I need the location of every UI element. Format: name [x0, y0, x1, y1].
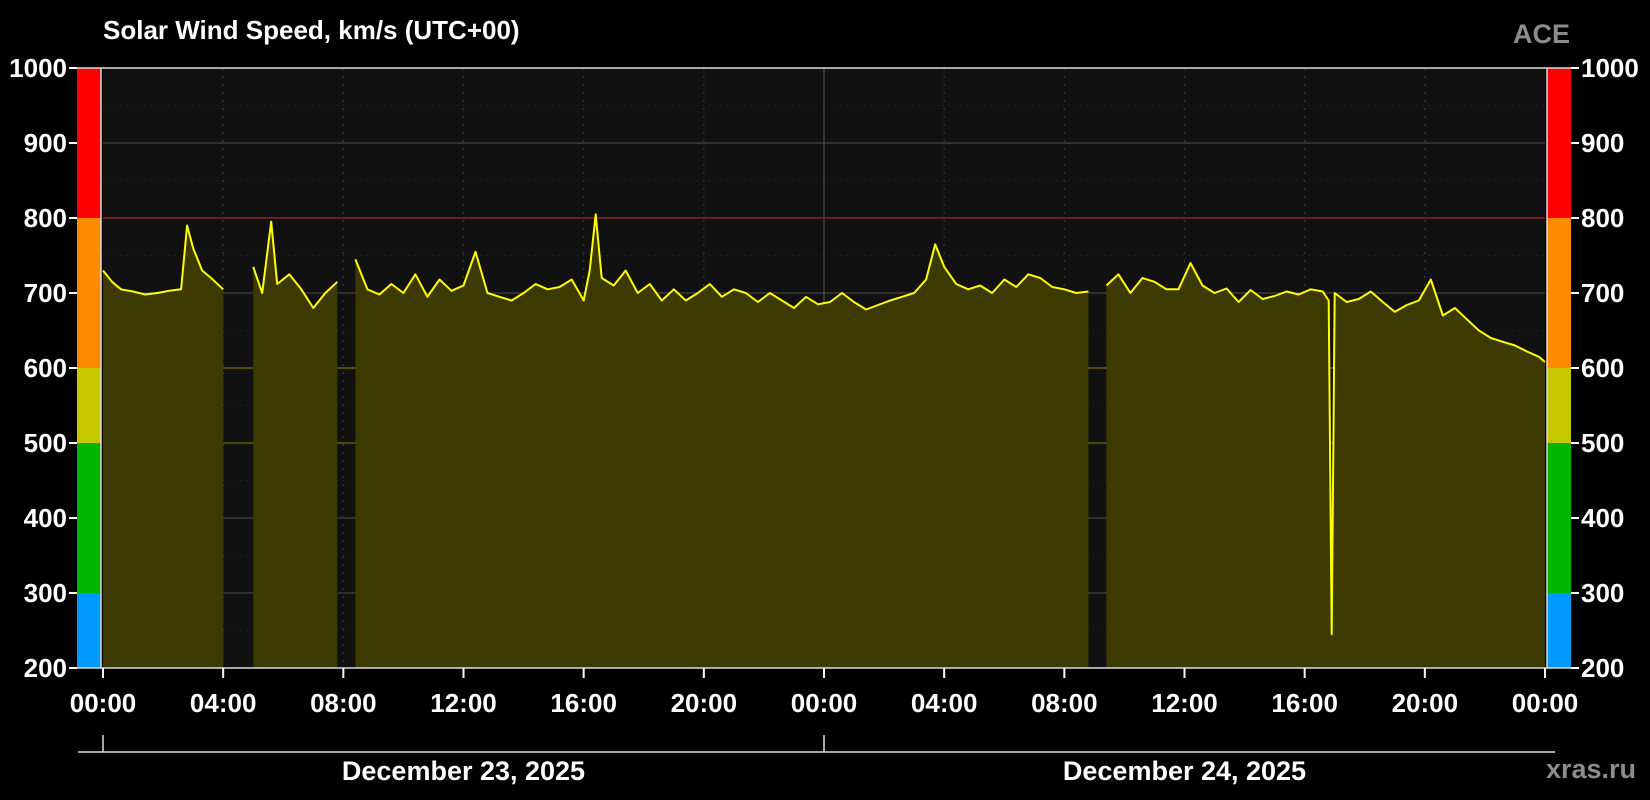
level-band-right	[1547, 368, 1571, 443]
y-tick-label: 900	[1581, 128, 1624, 158]
level-band-left	[77, 443, 101, 593]
y-tick-label: 600	[1581, 353, 1624, 383]
level-band-right	[1547, 68, 1571, 218]
level-band-left	[77, 68, 101, 218]
x-tick-label: 12:00	[430, 688, 497, 718]
x-tick-label: 16:00	[550, 688, 617, 718]
y-tick-label: 300	[24, 578, 67, 608]
chart-title: Solar Wind Speed, km/s (UTC+00)	[103, 15, 520, 45]
y-tick-labels-right: 200 300 400 500 600 700 800 900 1000	[1581, 53, 1639, 683]
x-tick-label: 04:00	[911, 688, 978, 718]
date-label: December 24, 2025	[1063, 756, 1306, 786]
level-band-left	[77, 218, 101, 368]
date-label: December 23, 2025	[342, 756, 585, 786]
level-band-right	[1547, 593, 1571, 668]
solar-wind-chart: 200 300 400 500 600 700 800 900 1000 200 300 400 50…	[9, 15, 1639, 786]
x-tick-label: 20:00	[1392, 688, 1459, 718]
x-tick-label: 16:00	[1271, 688, 1338, 718]
level-band-left	[77, 593, 101, 668]
y-tick-label: 900	[24, 128, 67, 158]
level-band-right	[1547, 443, 1571, 593]
y-tick-label: 800	[24, 203, 67, 233]
y-tick-label: 700	[24, 278, 67, 308]
x-tick-label: 00:00	[791, 688, 858, 718]
x-tick-label: 08:00	[1031, 688, 1098, 718]
level-band-right	[1547, 218, 1571, 368]
source-label: ACE	[1513, 19, 1570, 49]
x-tick-label: 00:00	[1512, 688, 1579, 718]
y-tick-label: 200	[1581, 653, 1624, 683]
y-tick-labels-left: 200 300 400 500 600 700 800 900 1000	[9, 53, 67, 683]
y-tick-label: 700	[1581, 278, 1624, 308]
x-tick-label: 12:00	[1151, 688, 1218, 718]
y-tick-label: 500	[24, 428, 67, 458]
y-tick-label: 500	[1581, 428, 1624, 458]
y-tick-label: 200	[24, 653, 67, 683]
x-tick-label: 00:00	[70, 688, 137, 718]
x-tick-label: 08:00	[310, 688, 377, 718]
y-tick-label: 600	[24, 353, 67, 383]
watermark: xras.ru	[1546, 754, 1636, 784]
x-tick-labels: 00:00 04:00 08:00 12:00 16:00 20:00 00:00 04:00…	[70, 688, 1579, 718]
y-tick-label: 1000	[1581, 53, 1639, 83]
y-tick-label: 1000	[9, 53, 67, 83]
y-tick-label: 400	[24, 503, 67, 533]
x-tick-label: 20:00	[671, 688, 738, 718]
y-tick-label: 800	[1581, 203, 1624, 233]
y-tick-label: 300	[1581, 578, 1624, 608]
x-tick-label: 04:00	[190, 688, 257, 718]
level-band-left	[77, 368, 101, 443]
date-labels: December 23, 2025 December 24, 2025	[342, 756, 1306, 786]
y-tick-label: 400	[1581, 503, 1624, 533]
